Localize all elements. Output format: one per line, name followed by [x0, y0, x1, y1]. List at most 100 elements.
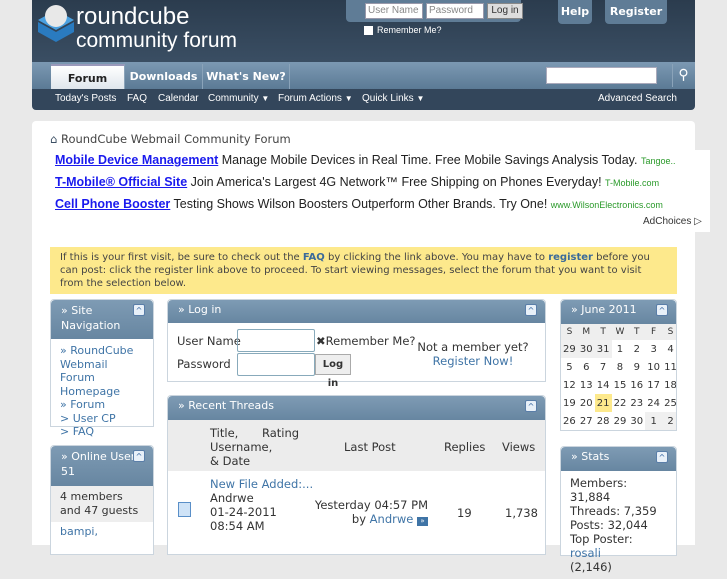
remember-checkbox[interactable] [364, 26, 373, 36]
forum-actions-label: Forum Actions [278, 93, 342, 104]
calendar-day[interactable]: 19 [561, 394, 578, 412]
header-password-input[interactable]: Password [426, 3, 484, 19]
header-login-button[interactable]: Log in [487, 3, 523, 19]
search-icon[interactable]: ⚲ [672, 64, 694, 87]
col-title[interactable]: Title, Username, & Date [210, 426, 272, 468]
calendar-day[interactable]: 3 [645, 340, 662, 358]
calendar-day[interactable]: 24 [645, 394, 662, 412]
calendar-day[interactable]: 18 [662, 376, 676, 394]
checkbox-checked-icon[interactable]: ✖ [316, 334, 326, 348]
chevron-down-icon: ▼ [261, 94, 270, 103]
remember-label: Remember Me? [325, 334, 416, 348]
community-menu[interactable]: Community ▼ [208, 93, 269, 104]
calendar-day[interactable]: 16 [628, 376, 645, 394]
calendar-day[interactable]: 30 [628, 412, 645, 430]
calendar-day[interactable]: 26 [561, 412, 578, 430]
ad-item: T-Mobile® Official Site Join America's L… [55, 175, 659, 189]
calendar-day[interactable]: 1 [612, 340, 629, 358]
collapse-icon[interactable]: ^ [133, 450, 145, 462]
faq-link[interactable]: FAQ [303, 252, 325, 263]
last-post-user-link[interactable]: Andrwe [370, 512, 414, 526]
remember-me[interactable]: ✖Remember Me? [316, 334, 416, 348]
adchoices-link[interactable]: AdChoices ▷ [643, 216, 702, 227]
calendar-day[interactable]: 29 [561, 340, 578, 358]
breadcrumb-current[interactable]: RoundCube Webmail Community Forum [61, 132, 291, 146]
by-label: by [351, 512, 367, 526]
password-input[interactable] [237, 353, 315, 376]
calendar-day[interactable]: 20 [578, 394, 595, 412]
register-now-link[interactable]: Register Now! [408, 354, 538, 368]
calendar-day[interactable]: 11 [662, 358, 676, 376]
nav-home-link[interactable]: » RoundCube Webmail Forum Homepage [60, 344, 144, 398]
calendar-day[interactable]: 22 [612, 394, 629, 412]
ad-url[interactable]: T-Mobile.com [605, 178, 659, 188]
calendar-day[interactable]: 15 [612, 376, 629, 394]
breadcrumb: ⌂ RoundCube Webmail Community Forum [50, 132, 291, 146]
collapse-icon[interactable]: ^ [656, 304, 668, 316]
collapse-icon[interactable]: ^ [525, 400, 537, 412]
calendar-day[interactable]: 25 [662, 394, 676, 412]
calendar-day[interactable]: 17 [645, 376, 662, 394]
help-button[interactable]: Help [558, 0, 592, 24]
home-icon[interactable]: ⌂ [50, 132, 57, 146]
calendar-day[interactable]: 6 [578, 358, 595, 376]
calendar-today[interactable]: 21 [594, 394, 612, 412]
calendar-day[interactable]: 4 [662, 340, 676, 358]
todays-posts-link[interactable]: Today's Posts [55, 93, 116, 104]
calendar-day[interactable]: 7 [595, 358, 612, 376]
calendar-day[interactable]: 9 [628, 358, 645, 376]
ad-link[interactable]: T-Mobile® Official Site [55, 175, 187, 189]
nav-usercp-link[interactable]: > User CP [60, 412, 144, 426]
calendar-day[interactable]: 28 [595, 412, 612, 430]
online-user-link[interactable]: bampi, [51, 522, 153, 541]
calendar-day[interactable]: 2 [628, 340, 645, 358]
faq-link[interactable]: FAQ [127, 93, 147, 104]
ad-url[interactable]: www.WilsonElectronics.com [551, 200, 663, 210]
calendar-day[interactable]: 5 [561, 358, 578, 376]
collapse-icon[interactable]: ^ [525, 304, 537, 316]
top-poster-count: (2,146) [570, 560, 612, 574]
ad-url[interactable]: Tangoe.. [641, 156, 676, 166]
calendar-day[interactable]: 12 [561, 376, 578, 394]
login-button[interactable]: Log in [315, 354, 351, 389]
calendar-day[interactable]: 29 [612, 412, 629, 430]
tab-whats-new[interactable]: What's New? [203, 64, 290, 89]
nav-faq-link[interactable]: > FAQ [60, 425, 144, 439]
header-remember-me[interactable]: Remember Me? [364, 25, 442, 36]
calendar-day[interactable]: 30 [577, 340, 595, 358]
ad-link[interactable]: Mobile Device Management [55, 153, 218, 167]
col-views[interactable]: Views [502, 440, 535, 454]
calendar-day[interactable]: 27 [578, 412, 595, 430]
calendar-day[interactable]: 13 [578, 376, 595, 394]
calendar-day[interactable]: 10 [645, 358, 662, 376]
tab-downloads[interactable]: Downloads [125, 64, 203, 89]
forum-actions-menu[interactable]: Forum Actions ▼ [278, 93, 353, 104]
thread-title-link[interactable]: New File Added:... [210, 477, 313, 491]
header-username-input[interactable]: User Name [365, 3, 423, 19]
search-input[interactable] [546, 67, 657, 84]
quick-links-menu[interactable]: Quick Links ▼ [362, 93, 424, 104]
top-poster-link[interactable]: rosali [570, 546, 601, 560]
col-last-post[interactable]: Last Post [344, 440, 396, 454]
weekday-header: S [561, 324, 578, 340]
nav-forum-link[interactable]: » Forum [60, 398, 144, 412]
calendar-day[interactable]: 8 [612, 358, 629, 376]
register-link[interactable]: register [548, 252, 593, 263]
calendar-day[interactable]: 31 [594, 340, 612, 358]
calendar-link[interactable]: Calendar [158, 93, 199, 104]
adchoices-icon: ▷ [694, 216, 702, 227]
advanced-search-link[interactable]: Advanced Search [598, 93, 677, 104]
tab-forum[interactable]: Forum [51, 64, 125, 89]
username-input[interactable] [237, 329, 315, 352]
col-rating[interactable]: Rating [262, 426, 299, 440]
col-replies[interactable]: Replies [444, 440, 485, 454]
go-to-last-post-icon[interactable]: » [417, 517, 428, 526]
calendar-day[interactable]: 14 [595, 376, 612, 394]
calendar-day[interactable]: 23 [628, 394, 645, 412]
ad-link[interactable]: Cell Phone Booster [55, 197, 170, 211]
collapse-icon[interactable]: ^ [656, 451, 668, 463]
calendar-day[interactable]: 2 [662, 412, 676, 430]
calendar-day[interactable]: 1 [645, 412, 663, 430]
collapse-icon[interactable]: ^ [133, 304, 145, 316]
register-button[interactable]: Register [605, 0, 667, 24]
